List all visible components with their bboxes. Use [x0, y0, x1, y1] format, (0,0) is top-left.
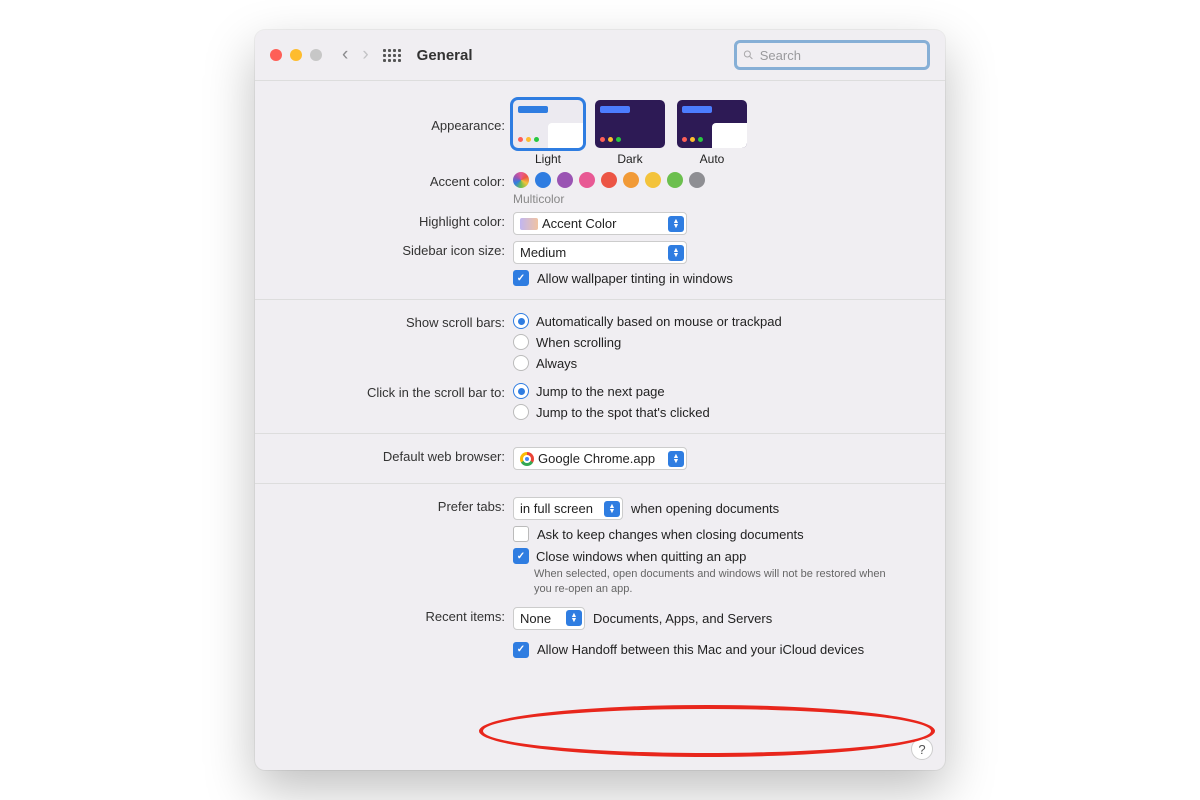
chrome-icon — [520, 452, 534, 466]
accent-label: Accent color: — [273, 172, 513, 189]
highlight-select[interactable]: Accent Color ▲▼ — [513, 212, 687, 235]
chevron-updown-icon: ▲▼ — [566, 610, 582, 626]
handoff-label: Allow Handoff between this Mac and your … — [537, 642, 864, 657]
highlight-preview — [520, 218, 538, 230]
accent-orange[interactable] — [623, 172, 639, 188]
appearance-auto[interactable]: Auto — [677, 100, 747, 166]
browser-label: Default web browser: — [273, 447, 513, 464]
search-input[interactable] — [758, 47, 921, 64]
tabs-suffix: when opening documents — [631, 501, 779, 516]
appearance-light[interactable]: Light — [513, 100, 583, 166]
recent-select[interactable]: None ▲▼ — [513, 607, 585, 630]
back-button[interactable]: ‹ — [342, 44, 348, 66]
wallpaper-tint-label: Allow wallpaper tinting in windows — [537, 271, 733, 286]
highlight-label: Highlight color: — [273, 212, 513, 229]
handoff-checkbox[interactable]: ✓ — [513, 642, 529, 658]
chevron-updown-icon: ▲▼ — [604, 501, 620, 517]
ask-keep-checkbox[interactable] — [513, 526, 529, 542]
accent-purple[interactable] — [557, 172, 573, 188]
accent-multicolor[interactable] — [513, 172, 529, 188]
accent-green[interactable] — [667, 172, 683, 188]
browser-select[interactable]: Google Chrome.app ▲▼ — [513, 447, 687, 470]
zoom-button[interactable] — [310, 49, 322, 61]
titlebar: ‹ › General — [255, 30, 945, 81]
close-windows-desc: When selected, open documents and window… — [534, 567, 904, 597]
scrollbars-label: Show scroll bars: — [273, 313, 513, 330]
sidebar-size-select[interactable]: Medium ▲▼ — [513, 241, 687, 264]
close-windows-checkbox[interactable]: ✓ — [513, 548, 529, 564]
close-button[interactable] — [270, 49, 282, 61]
show-all-icon[interactable] — [383, 49, 401, 62]
appearance-label: Appearance: — [273, 100, 513, 133]
search-icon — [743, 49, 754, 61]
click-scroll-label: Click in the scroll bar to: — [273, 383, 513, 400]
tabs-label: Prefer tabs: — [273, 497, 513, 514]
accent-red[interactable] — [601, 172, 617, 188]
search-field[interactable] — [734, 40, 930, 70]
wallpaper-tint-checkbox[interactable]: ✓ — [513, 270, 529, 286]
sidebar-size-label: Sidebar icon size: — [273, 241, 513, 258]
accent-pink[interactable] — [579, 172, 595, 188]
chevron-updown-icon: ▲▼ — [668, 245, 684, 261]
accent-blue[interactable] — [535, 172, 551, 188]
click-scroll-page-radio[interactable] — [513, 383, 529, 399]
ask-keep-label: Ask to keep changes when closing documen… — [537, 527, 804, 542]
scrollbars-scrolling-radio[interactable] — [513, 334, 529, 350]
minimize-button[interactable] — [290, 49, 302, 61]
close-windows-label: Close windows when quitting an app — [536, 549, 746, 564]
forward-button[interactable]: › — [362, 44, 368, 66]
chevron-updown-icon: ▲▼ — [668, 451, 684, 467]
recent-suffix: Documents, Apps, and Servers — [593, 611, 772, 626]
nav-buttons: ‹ › — [342, 44, 401, 66]
accent-yellow[interactable] — [645, 172, 661, 188]
accent-selected-label: Multicolor — [513, 192, 564, 206]
recent-label: Recent items: — [273, 607, 513, 624]
tabs-select[interactable]: in full screen ▲▼ — [513, 497, 623, 520]
pane-body: Appearance: Light Dark Auto — [255, 81, 945, 770]
scrollbars-always-radio[interactable] — [513, 355, 529, 371]
click-scroll-spot-radio[interactable] — [513, 404, 529, 420]
accent-graphite[interactable] — [689, 172, 705, 188]
help-button[interactable]: ? — [911, 738, 933, 760]
window-controls — [270, 49, 322, 61]
scrollbars-auto-radio[interactable] — [513, 313, 529, 329]
preferences-window: ‹ › General Appearance: Light D — [255, 30, 945, 770]
appearance-dark[interactable]: Dark — [595, 100, 665, 166]
chevron-updown-icon: ▲▼ — [668, 216, 684, 232]
pane-title: General — [417, 47, 473, 64]
